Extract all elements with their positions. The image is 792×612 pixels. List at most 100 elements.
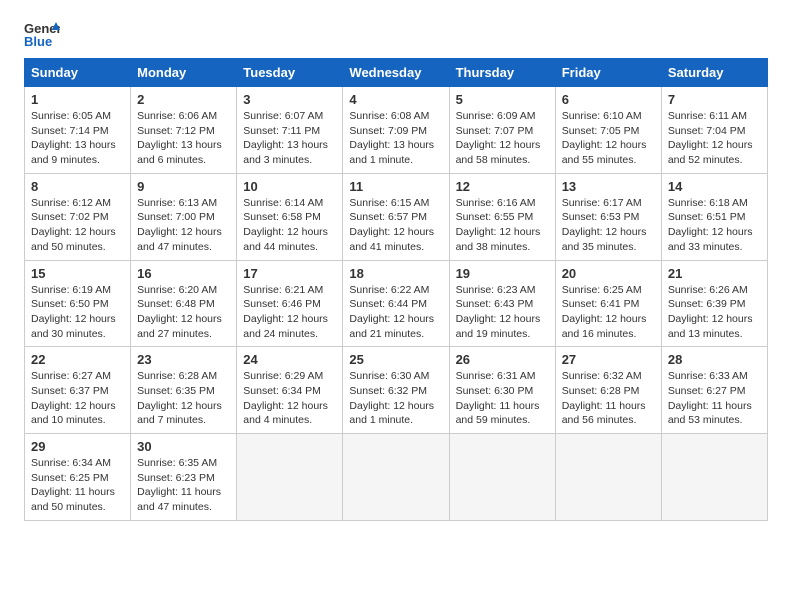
calendar-header-row: SundayMondayTuesdayWednesdayThursdayFrid… — [25, 59, 768, 87]
col-header-saturday: Saturday — [661, 59, 767, 87]
calendar-week-row: 29Sunrise: 6:34 AMSunset: 6:25 PMDayligh… — [25, 434, 768, 521]
calendar-day: 21 Sunrise: 6:26 AMSunset: 6:39 PMDayligh… — [661, 260, 767, 347]
col-header-friday: Friday — [555, 59, 661, 87]
day-detail: Sunrise: 6:12 AMSunset: 7:02 PMDaylight:… — [31, 196, 124, 255]
calendar-day: 2Sunrise: 6:06 AMSunset: 7:12 PMDaylight… — [131, 87, 237, 174]
calendar-day: 5 Sunrise: 6:09 AMSunset: 7:07 PMDaylight… — [449, 87, 555, 174]
calendar-day: 23 Sunrise: 6:28 AMSunset: 6:35 PMDayligh… — [131, 347, 237, 434]
day-detail: Sunrise: 6:30 AMSunset: 6:32 PMDaylight:… — [349, 369, 442, 428]
calendar-day: 16 Sunrise: 6:20 AMSunset: 6:48 PMDayligh… — [131, 260, 237, 347]
calendar-day: 26 Sunrise: 6:31 AMSunset: 6:30 PMDayligh… — [449, 347, 555, 434]
day-detail: Sunrise: 6:10 AMSunset: 7:05 PMDaylight:… — [562, 109, 655, 168]
calendar-day — [237, 434, 343, 521]
day-detail: Sunrise: 6:18 AMSunset: 6:51 PMDaylight:… — [668, 196, 761, 255]
day-detail: Sunrise: 6:15 AMSunset: 6:57 PMDaylight:… — [349, 196, 442, 255]
calendar-day — [343, 434, 449, 521]
calendar-day: 22 Sunrise: 6:27 AMSunset: 6:37 PMDayligh… — [25, 347, 131, 434]
day-number: 2 — [137, 92, 230, 107]
day-detail: Sunrise: 6:26 AMSunset: 6:39 PMDaylight:… — [668, 283, 761, 342]
day-number: 4 — [349, 92, 442, 107]
day-detail: Sunrise: 6:17 AMSunset: 6:53 PMDaylight:… — [562, 196, 655, 255]
day-number: 23 — [137, 352, 230, 367]
day-number: 1 — [31, 92, 124, 107]
calendar-day: 20 Sunrise: 6:25 AMSunset: 6:41 PMDayligh… — [555, 260, 661, 347]
calendar-table: SundayMondayTuesdayWednesdayThursdayFrid… — [24, 58, 768, 521]
day-number: 3 — [243, 92, 336, 107]
day-detail: Sunrise: 6:32 AMSunset: 6:28 PMDaylight:… — [562, 369, 655, 428]
day-number: 16 — [137, 266, 230, 281]
day-detail: Sunrise: 6:07 AMSunset: 7:11 PMDaylight:… — [243, 109, 336, 168]
day-number: 15 — [31, 266, 124, 281]
calendar-day — [661, 434, 767, 521]
calendar-day: 25 Sunrise: 6:30 AMSunset: 6:32 PMDayligh… — [343, 347, 449, 434]
day-number: 10 — [243, 179, 336, 194]
day-number: 21 — [668, 266, 761, 281]
calendar-day: 10Sunrise: 6:14 AMSunset: 6:58 PMDayligh… — [237, 173, 343, 260]
day-detail: Sunrise: 6:35 AMSunset: 6:23 PMDaylight:… — [137, 456, 230, 515]
calendar-week-row: 22 Sunrise: 6:27 AMSunset: 6:37 PMDayligh… — [25, 347, 768, 434]
day-number: 11 — [349, 179, 442, 194]
day-number: 25 — [349, 352, 442, 367]
day-detail: Sunrise: 6:25 AMSunset: 6:41 PMDaylight:… — [562, 283, 655, 342]
calendar-day: 18 Sunrise: 6:22 AMSunset: 6:44 PMDayligh… — [343, 260, 449, 347]
day-number: 18 — [349, 266, 442, 281]
day-number: 29 — [31, 439, 124, 454]
calendar-day: 4 Sunrise: 6:08 AMSunset: 7:09 PMDaylight… — [343, 87, 449, 174]
day-number: 26 — [456, 352, 549, 367]
day-number: 30 — [137, 439, 230, 454]
calendar-day: 9Sunrise: 6:13 AMSunset: 7:00 PMDaylight… — [131, 173, 237, 260]
day-number: 27 — [562, 352, 655, 367]
calendar-day: 15 Sunrise: 6:19 AMSunset: 6:50 PMDayligh… — [25, 260, 131, 347]
day-detail: Sunrise: 6:20 AMSunset: 6:48 PMDaylight:… — [137, 283, 230, 342]
calendar-day: 19 Sunrise: 6:23 AMSunset: 6:43 PMDayligh… — [449, 260, 555, 347]
col-header-thursday: Thursday — [449, 59, 555, 87]
day-detail: Sunrise: 6:27 AMSunset: 6:37 PMDaylight:… — [31, 369, 124, 428]
day-detail: Sunrise: 6:19 AMSunset: 6:50 PMDaylight:… — [31, 283, 124, 342]
day-detail: Sunrise: 6:28 AMSunset: 6:35 PMDaylight:… — [137, 369, 230, 428]
day-number: 22 — [31, 352, 124, 367]
calendar-day — [449, 434, 555, 521]
day-number: 12 — [456, 179, 549, 194]
day-number: 13 — [562, 179, 655, 194]
day-detail: Sunrise: 6:29 AMSunset: 6:34 PMDaylight:… — [243, 369, 336, 428]
day-detail: Sunrise: 6:33 AMSunset: 6:27 PMDaylight:… — [668, 369, 761, 428]
day-number: 14 — [668, 179, 761, 194]
day-detail: Sunrise: 6:31 AMSunset: 6:30 PMDaylight:… — [456, 369, 549, 428]
calendar-day: 29Sunrise: 6:34 AMSunset: 6:25 PMDayligh… — [25, 434, 131, 521]
calendar-day: 6 Sunrise: 6:10 AMSunset: 7:05 PMDaylight… — [555, 87, 661, 174]
logo: General Blue — [24, 20, 60, 48]
day-detail: Sunrise: 6:21 AMSunset: 6:46 PMDaylight:… — [243, 283, 336, 342]
calendar-day: 12 Sunrise: 6:16 AMSunset: 6:55 PMDayligh… — [449, 173, 555, 260]
day-detail: Sunrise: 6:16 AMSunset: 6:55 PMDaylight:… — [456, 196, 549, 255]
calendar-day: 30 Sunrise: 6:35 AMSunset: 6:23 PMDayligh… — [131, 434, 237, 521]
day-number: 5 — [456, 92, 549, 107]
col-header-wednesday: Wednesday — [343, 59, 449, 87]
day-detail: Sunrise: 6:08 AMSunset: 7:09 PMDaylight:… — [349, 109, 442, 168]
day-number: 24 — [243, 352, 336, 367]
calendar-day: 11 Sunrise: 6:15 AMSunset: 6:57 PMDayligh… — [343, 173, 449, 260]
day-detail: Sunrise: 6:13 AMSunset: 7:00 PMDaylight:… — [137, 196, 230, 255]
calendar-week-row: 8 Sunrise: 6:12 AMSunset: 7:02 PMDaylight… — [25, 173, 768, 260]
day-number: 28 — [668, 352, 761, 367]
header: General Blue — [24, 20, 768, 48]
day-detail: Sunrise: 6:22 AMSunset: 6:44 PMDaylight:… — [349, 283, 442, 342]
day-detail: Sunrise: 6:05 AMSunset: 7:14 PMDaylight:… — [31, 109, 124, 168]
day-number: 6 — [562, 92, 655, 107]
calendar-day — [555, 434, 661, 521]
calendar-day: 24 Sunrise: 6:29 AMSunset: 6:34 PMDayligh… — [237, 347, 343, 434]
day-number: 20 — [562, 266, 655, 281]
calendar-day: 28 Sunrise: 6:33 AMSunset: 6:27 PMDayligh… — [661, 347, 767, 434]
day-detail: Sunrise: 6:23 AMSunset: 6:43 PMDaylight:… — [456, 283, 549, 342]
day-number: 19 — [456, 266, 549, 281]
day-number: 8 — [31, 179, 124, 194]
calendar-day: 1 Sunrise: 6:05 AMSunset: 7:14 PMDaylight… — [25, 87, 131, 174]
col-header-tuesday: Tuesday — [237, 59, 343, 87]
calendar-week-row: 1 Sunrise: 6:05 AMSunset: 7:14 PMDaylight… — [25, 87, 768, 174]
day-detail: Sunrise: 6:11 AMSunset: 7:04 PMDaylight:… — [668, 109, 761, 168]
day-detail: Sunrise: 6:09 AMSunset: 7:07 PMDaylight:… — [456, 109, 549, 168]
logo-icon: General Blue — [24, 20, 60, 48]
calendar-day: 8 Sunrise: 6:12 AMSunset: 7:02 PMDaylight… — [25, 173, 131, 260]
calendar-day: 7Sunrise: 6:11 AMSunset: 7:04 PMDaylight… — [661, 87, 767, 174]
calendar-body: 1 Sunrise: 6:05 AMSunset: 7:14 PMDaylight… — [25, 87, 768, 521]
calendar-day: 27 Sunrise: 6:32 AMSunset: 6:28 PMDayligh… — [555, 347, 661, 434]
